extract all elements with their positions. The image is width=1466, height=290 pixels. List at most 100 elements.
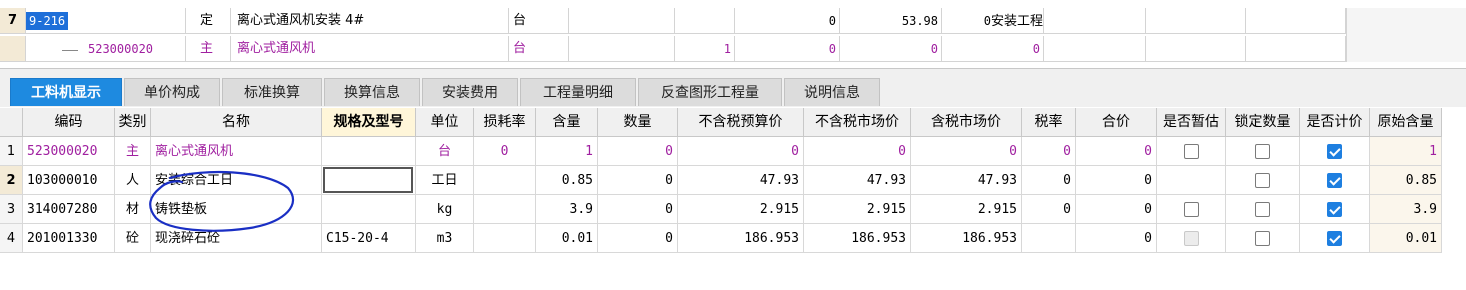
tab-unit-price-composition[interactable]: 单价构成	[124, 78, 220, 106]
row-loss[interactable]	[474, 195, 536, 224]
row-content[interactable]: 1	[536, 137, 598, 166]
col-header-priced[interactable]: 是否计价	[1300, 108, 1370, 137]
quota-row-7[interactable]: 7 9-216 定 离心式通风机安装 4# 台 0 53.98 0安装工程	[0, 8, 1466, 34]
col-header-total[interactable]: 合价	[1076, 108, 1157, 137]
tab-standard-conversion[interactable]: 标准换算	[222, 78, 322, 106]
row-total[interactable]: 0	[1076, 224, 1157, 253]
col-header-pretax-budget[interactable]: 不含税预算价	[678, 108, 804, 137]
row-loss[interactable]	[474, 224, 536, 253]
quota-code-cell[interactable]: 9-216	[26, 8, 186, 34]
table-row[interactable]: 2 103000010 人 安装综合工日 工日 0.85 0 47.93 47.…	[0, 166, 1442, 195]
sub-code-cell[interactable]: 523000020	[26, 36, 186, 62]
quota-code[interactable]: 9-216	[26, 12, 69, 30]
row-tax-market[interactable]: 2.915	[911, 195, 1022, 224]
row-unit[interactable]: m3	[416, 224, 474, 253]
row-tax-rate[interactable]: 0	[1022, 137, 1076, 166]
quota-name[interactable]: 离心式通风机安装 4#	[231, 8, 509, 34]
priced-checkbox[interactable]	[1327, 173, 1342, 188]
row-pretax-budget[interactable]: 2.915	[678, 195, 804, 224]
col-header-unit[interactable]: 单位	[416, 108, 474, 137]
row-name[interactable]: 安装综合工日	[151, 166, 322, 195]
col-header-locked-qty[interactable]: 锁定数量	[1226, 108, 1300, 137]
row-type[interactable]: 人	[115, 166, 151, 195]
tab-quantity-details[interactable]: 工程量明细	[520, 78, 636, 106]
row-unit[interactable]: 工日	[416, 166, 474, 195]
row-unit[interactable]: 台	[416, 137, 474, 166]
col-header-quantity[interactable]: 数量	[598, 108, 678, 137]
row-pretax-budget[interactable]: 186.953	[678, 224, 804, 253]
row-pretax-market[interactable]: 47.93	[804, 166, 911, 195]
row-total[interactable]: 0	[1076, 137, 1157, 166]
row-original[interactable]: 0.01	[1370, 224, 1442, 253]
table-row[interactable]: 3 314007280 材 铸铁垫板 kg 3.9 0 2.915 2.915 …	[0, 195, 1442, 224]
col-header-tax-rate[interactable]: 税率	[1022, 108, 1076, 137]
row-quantity[interactable]: 0	[598, 195, 678, 224]
row-total[interactable]: 0	[1076, 195, 1157, 224]
col-header-content[interactable]: 含量	[536, 108, 598, 137]
tab-reverse-graphic-quantity[interactable]: 反查图形工程量	[638, 78, 782, 106]
row-pretax-budget[interactable]: 0	[678, 137, 804, 166]
provisional-checkbox[interactable]	[1183, 202, 1199, 217]
col-header-name[interactable]: 名称	[151, 108, 322, 137]
row-content[interactable]: 0.85	[536, 166, 598, 195]
col-header-provisional[interactable]: 是否暂估	[1157, 108, 1226, 137]
row-original[interactable]: 3.9	[1370, 195, 1442, 224]
row-unit[interactable]: kg	[416, 195, 474, 224]
provisional-checkbox[interactable]	[1183, 144, 1199, 159]
locked-qty-checkbox[interactable]	[1255, 144, 1270, 159]
row-name[interactable]: 现浇碎石砼	[151, 224, 322, 253]
row-tax-market[interactable]: 0	[911, 137, 1022, 166]
row-content[interactable]: 0.01	[536, 224, 598, 253]
row-type[interactable]: 材	[115, 195, 151, 224]
locked-qty-checkbox[interactable]	[1255, 202, 1270, 217]
row-quantity[interactable]: 0	[598, 224, 678, 253]
row-content[interactable]: 3.9	[536, 195, 598, 224]
row-name[interactable]: 离心式通风机	[151, 137, 322, 166]
row-code[interactable]: 201001330	[23, 224, 115, 253]
col-header-tax-market[interactable]: 含税市场价	[911, 108, 1022, 137]
row-pretax-market[interactable]: 186.953	[804, 224, 911, 253]
locked-qty-checkbox[interactable]	[1255, 173, 1270, 188]
row-spec[interactable]: C15-20-4	[322, 224, 416, 253]
row-quantity[interactable]: 0	[598, 137, 678, 166]
priced-checkbox[interactable]	[1327, 231, 1342, 246]
row-tax-rate[interactable]	[1022, 224, 1076, 253]
row-tax-rate[interactable]: 0	[1022, 195, 1076, 224]
col-header-original-content[interactable]: 原始含量	[1370, 108, 1442, 137]
col-header-code[interactable]: 编码	[23, 108, 115, 137]
row-quantity[interactable]: 0	[598, 166, 678, 195]
row-name[interactable]: 铸铁垫板	[151, 195, 322, 224]
row-spec[interactable]	[322, 195, 416, 224]
row-original[interactable]: 1	[1370, 137, 1442, 166]
row-loss[interactable]	[474, 166, 536, 195]
priced-checkbox[interactable]	[1327, 202, 1342, 217]
sub-name[interactable]: 离心式通风机	[231, 36, 509, 62]
row-type[interactable]: 主	[115, 137, 151, 166]
row-pretax-budget[interactable]: 47.93	[678, 166, 804, 195]
tab-description-info[interactable]: 说明信息	[784, 78, 880, 106]
col-header-loss-rate[interactable]: 损耗率	[474, 108, 536, 137]
tab-conversion-info[interactable]: 换算信息	[324, 78, 420, 106]
row-loss[interactable]: 0	[474, 137, 536, 166]
col-header-spec[interactable]: 规格及型号	[322, 108, 416, 137]
row-type[interactable]: 砼	[115, 224, 151, 253]
row-spec[interactable]	[322, 166, 416, 195]
row-tax-market[interactable]: 186.953	[911, 224, 1022, 253]
tab-labor-material-machine[interactable]: 工料机显示	[10, 78, 122, 106]
row-tax-rate[interactable]: 0	[1022, 166, 1076, 195]
table-row[interactable]: 4 201001330 砼 现浇碎石砼 C15-20-4 m3 0.01 0 1…	[0, 224, 1442, 253]
tab-installation-fee[interactable]: 安装费用	[422, 78, 518, 106]
row-tax-market[interactable]: 47.93	[911, 166, 1022, 195]
row-code[interactable]: 314007280	[23, 195, 115, 224]
row-code[interactable]: 103000010	[23, 166, 115, 195]
row-spec[interactable]	[322, 137, 416, 166]
row-pretax-market[interactable]: 2.915	[804, 195, 911, 224]
row-pretax-market[interactable]: 0	[804, 137, 911, 166]
quota-sub-row[interactable]: 523000020 主 离心式通风机 台 1 0 0 0	[0, 36, 1466, 62]
col-header-type[interactable]: 类别	[115, 108, 151, 137]
col-header-pretax-market[interactable]: 不含税市场价	[804, 108, 911, 137]
locked-qty-checkbox[interactable]	[1255, 231, 1270, 246]
table-row[interactable]: 1 523000020 主 离心式通风机 台 0 1 0 0 0 0 0 0 1	[0, 137, 1442, 166]
spec-edit-box[interactable]	[323, 167, 413, 193]
row-original[interactable]: 0.85	[1370, 166, 1442, 195]
